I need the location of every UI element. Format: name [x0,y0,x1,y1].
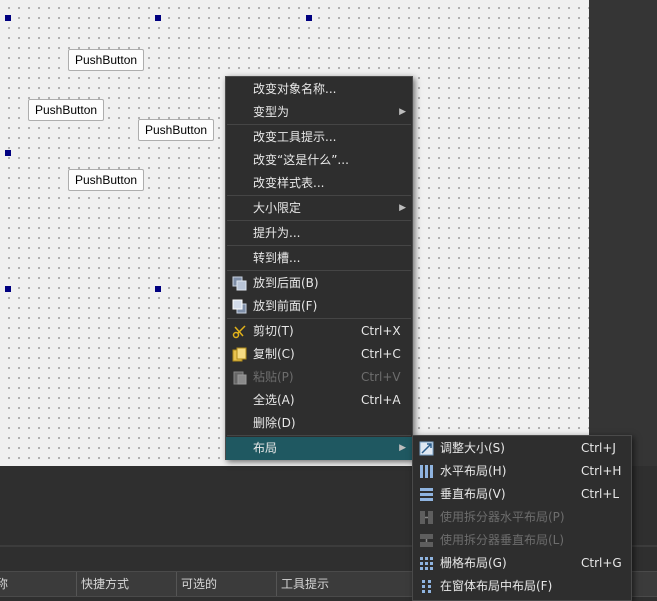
menu-item-label: 使用拆分器垂直布局(L) [440,533,565,547]
menu-item-horizontal-splitter-layout[interactable]: 使用拆分器水平布局(P) [413,506,631,529]
push-button[interactable]: PushButton [138,119,215,141]
submenu-arrow-icon: ▶ [399,107,406,117]
menu-item-vertical-layout[interactable]: 垂直布局(V) Ctrl+L [413,483,631,506]
menu-item-label: 提升为... [253,226,301,240]
menu-item-shortcut: Ctrl+G [581,556,622,570]
grid-layout-icon [420,557,433,570]
menu-item-change-object-name[interactable]: 改变对象名称... [226,78,412,101]
selection-handle[interactable] [155,286,161,292]
menu-item-label: 垂直布局(V) [440,487,506,501]
layout-submenu: 调整大小(S) Ctrl+J 水平布局(H) Ctrl+H 垂直布局(V) Ctrl+… [412,435,632,601]
menu-item-label: 改变对象名称... [253,82,337,96]
menu-item-label: 删除(D) [253,416,296,430]
menu-item-shortcut: Ctrl+X [361,324,401,338]
selection-handle[interactable] [5,15,11,21]
menu-item-label: 放到前面(F) [253,299,318,313]
selection-handle[interactable] [155,15,161,21]
menu-item-label: 变型为 [253,105,290,119]
push-button[interactable]: PushButton [68,169,145,191]
menu-item-label: 全选(A) [253,393,295,407]
vertical-splitter-icon [420,534,433,547]
menu-separator [227,195,411,196]
menu-item-shortcut: Ctrl+A [361,393,401,407]
menu-item-label: 栅格布局(G) [440,556,507,570]
menu-item-go-to-slot[interactable]: 转到槽... [226,247,412,270]
menu-item-shortcut: Ctrl+J [581,441,616,455]
menu-item-horizontal-layout[interactable]: 水平布局(H) Ctrl+H [413,460,631,483]
menu-item-change-tooltip[interactable]: 改变工具提示... [226,126,412,149]
selection-handle[interactable] [5,150,11,156]
menu-item-label: 布局 [253,441,278,455]
menu-item-grid-layout[interactable]: 栅格布局(G) Ctrl+G [413,552,631,575]
menu-item-label: 在窗体布局中布局(F) [440,579,553,593]
menu-item-promote-to[interactable]: 提升为... [226,222,412,245]
menu-item-bring-to-front[interactable]: 放到前面(F) [226,295,412,318]
menu-item-change-whats-this[interactable]: 改变“这是什么”... [226,149,412,172]
menu-separator [227,245,411,246]
column-header-shortcut[interactable]: 快捷方式 [76,572,176,596]
menu-item-label: 改变样式表... [253,176,325,190]
copy-icon [232,347,247,362]
menu-item-label: 改变工具提示... [253,130,337,144]
menu-item-label: 剪切(T) [253,324,294,338]
menu-separator [227,318,411,319]
menu-item-label: 调整大小(S) [440,441,505,455]
menu-item-form-layout[interactable]: 在窗体布局中布局(F) [413,575,631,598]
column-header-checkable[interactable]: 可选的 [176,572,276,596]
menu-item-label: 改变“这是什么”... [253,153,349,167]
adjust-size-icon [419,441,434,456]
menu-separator [227,270,411,271]
form-layout-icon [422,580,431,593]
canvas-scroll-area [589,0,657,466]
menu-separator [227,124,411,125]
scissors-icon [232,325,246,339]
selection-handle[interactable] [306,15,312,21]
push-button[interactable]: PushButton [68,49,145,71]
menu-item-change-stylesheet[interactable]: 改变样式表... [226,172,412,195]
menu-item-vertical-splitter-layout[interactable]: 使用拆分器垂直布局(L) [413,529,631,552]
bring-to-front-icon [232,299,247,314]
menu-item-copy[interactable]: 复制(C) Ctrl+C [226,343,412,366]
menu-item-label: 复制(C) [253,347,295,361]
menu-item-layout[interactable]: 布局 ▶ [226,437,412,460]
menu-item-label: 粘贴(P) [253,370,294,384]
horizontal-splitter-icon [420,511,433,524]
menu-item-paste[interactable]: 粘贴(P) Ctrl+V [226,366,412,389]
menu-item-label: 放到后面(B) [253,276,319,290]
menu-item-adjust-size[interactable]: 调整大小(S) Ctrl+J [413,437,631,460]
paste-icon [233,371,247,385]
column-header-name[interactable]: 名称 [0,572,76,596]
push-button[interactable]: PushButton [28,99,105,121]
menu-item-morph-into[interactable]: 变型为 ▶ [226,101,412,124]
menu-item-cut[interactable]: 剪切(T) Ctrl+X [226,320,412,343]
menu-item-send-to-back[interactable]: 放到后面(B) [226,272,412,295]
menu-item-label: 使用拆分器水平布局(P) [440,510,565,524]
menu-item-label: 大小限定 [253,201,302,215]
menu-item-label: 转到槽... [253,251,301,265]
context-menu: 改变对象名称... 变型为 ▶ 改变工具提示... 改变“这是什么”... 改变样… [225,76,413,460]
menu-item-delete[interactable]: 删除(D) [226,412,412,435]
submenu-arrow-icon: ▶ [399,203,406,213]
menu-item-shortcut: Ctrl+V [361,370,401,384]
submenu-arrow-icon: ▶ [399,443,406,453]
selection-handle[interactable] [5,286,11,292]
menu-item-size-constraints[interactable]: 大小限定 ▶ [226,197,412,220]
menu-item-shortcut: Ctrl+C [361,347,401,361]
menu-item-select-all[interactable]: 全选(A) Ctrl+A [226,389,412,412]
menu-item-label: 水平布局(H) [440,464,507,478]
send-to-back-icon [232,276,247,291]
menu-separator [227,435,411,436]
menu-item-shortcut: Ctrl+L [581,487,620,501]
vertical-layout-icon [420,488,433,501]
menu-separator [227,220,411,221]
horizontal-layout-icon [420,465,433,478]
menu-item-shortcut: Ctrl+H [581,464,622,478]
